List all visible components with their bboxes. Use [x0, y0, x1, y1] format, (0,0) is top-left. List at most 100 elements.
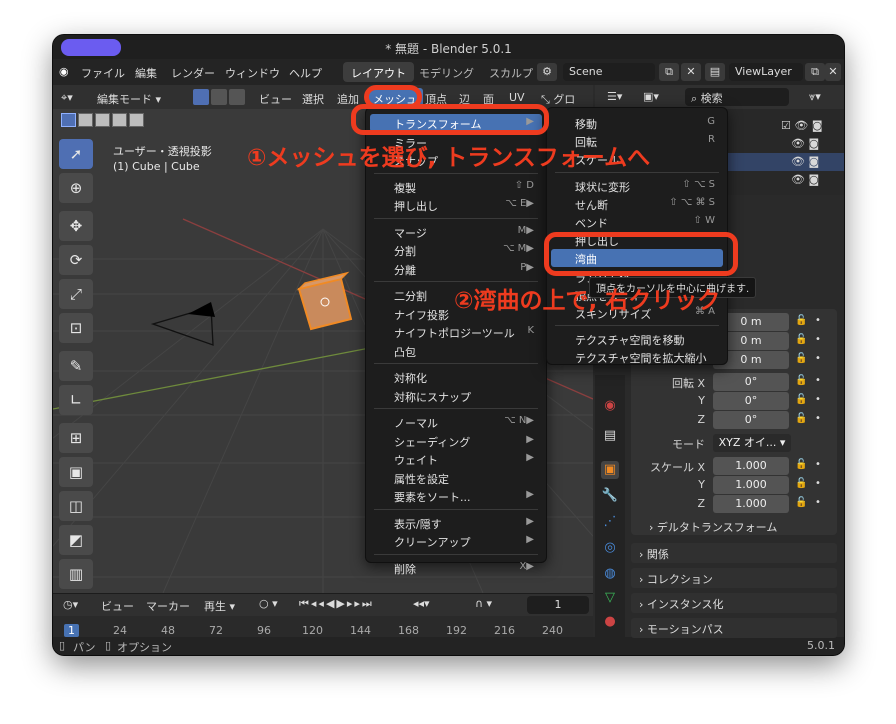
global-dropdown[interactable]: ⤡ グロ [541, 91, 575, 107]
scale-x-field[interactable]: 1.000 [713, 457, 789, 475]
keyframe-dot-icon[interactable]: • [815, 478, 821, 489]
mesh-menu-item[interactable]: 凸包 [370, 342, 542, 360]
scene-close-icon[interactable]: ✕ [681, 63, 701, 81]
rotation-mode-dropdown[interactable]: XYZ オイ... ▾ [713, 434, 791, 452]
section-collections[interactable]: › コレクション [631, 568, 837, 588]
scene-field[interactable]: Scene [563, 63, 655, 81]
material-tab-icon[interactable]: ● [601, 613, 619, 631]
playback-controls-icon[interactable]: ⏮◂◂◀▶▸▸⏭ [299, 597, 374, 611]
mesh-menu-item[interactable]: シェーディング ▶ [370, 432, 542, 450]
keyframe-dot-icon[interactable]: • [815, 353, 821, 364]
vertex-select-icon[interactable] [193, 89, 209, 105]
menu-render[interactable]: レンダー [171, 65, 215, 81]
menu-window[interactable]: ウィンドウ [225, 65, 280, 81]
mesh-menu-item[interactable]: 押し出し ⌥ E▶ [370, 196, 542, 214]
lock-icon[interactable]: 🔓 [795, 478, 807, 489]
visibility-row-4[interactable]: 👁 ◙ [791, 173, 819, 186]
move-tool-icon[interactable]: ✥ [59, 211, 93, 241]
editor-type-icon[interactable]: ◷▾ [63, 598, 78, 611]
lock-icon[interactable]: 🔓 [795, 334, 807, 345]
section-instancing[interactable]: › インスタンス化 [631, 593, 837, 613]
mode-dropdown[interactable]: 編集モード ▾ [97, 91, 161, 107]
auto-keying-icon[interactable]: ∩ ▾ [475, 597, 492, 610]
visibility-row-3[interactable]: 👁 ◙ [791, 155, 819, 168]
lock-icon[interactable]: 🔓 [795, 315, 807, 326]
keyframe-nav-icon[interactable]: ◂◂▾ [413, 597, 430, 610]
lock-icon[interactable]: 🔓 [795, 394, 807, 405]
view-layer-field[interactable]: ViewLayer [729, 63, 803, 81]
transform-menu-item[interactable]: 移動 G [551, 114, 723, 132]
current-frame-field[interactable]: 1 [527, 596, 589, 614]
extrude-tool-icon[interactable]: ▣ [59, 457, 93, 487]
lock-icon[interactable]: 🔓 [795, 375, 807, 386]
keyframe-dot-icon[interactable]: • [815, 459, 821, 470]
outliner-search[interactable]: ⌕ 検索 [685, 88, 789, 106]
filter-icon[interactable]: ⩔▾ [809, 90, 821, 104]
keyframe-dot-icon[interactable]: • [815, 375, 821, 386]
transform-menu-item[interactable]: ベンド ⇧ W [551, 213, 723, 231]
keyframe-dot-icon[interactable]: • [815, 315, 821, 326]
menu-select[interactable]: 選択 [302, 91, 324, 107]
filter-view-icon[interactable]: ▣▾ [643, 90, 659, 103]
mesh-menu-item[interactable]: 対称にスナップ [370, 387, 542, 405]
mesh-menu-item[interactable]: ノーマル ⌥ N▶ [370, 413, 542, 431]
workspace-sculpt[interactable]: スカルプ [481, 62, 541, 82]
menu-edit[interactable]: 編集 [135, 65, 157, 81]
modifier-tab-icon[interactable]: 🔧 [601, 487, 619, 505]
transform-pivot-icon[interactable]: ⌖▾ [61, 91, 73, 105]
rotate-tool-icon[interactable]: ⟳ [59, 245, 93, 275]
visibility-row-1[interactable]: ☑ 👁 ◙ [781, 119, 823, 132]
keyframe-dot-icon[interactable]: • [815, 497, 821, 508]
record-icon[interactable]: ○ ▾ [259, 597, 278, 610]
section-motion-paths[interactable]: › モーションパス [631, 618, 837, 638]
menu-add[interactable]: 追加 [337, 91, 359, 107]
select-intersect-icon[interactable] [129, 113, 144, 127]
scale-z-field[interactable]: 1.000 [713, 495, 789, 513]
scene-copy-icon[interactable]: ⧉ [659, 63, 679, 81]
rotation-y-field[interactable]: 0° [713, 392, 789, 410]
select-box-icon[interactable] [61, 113, 76, 127]
keyframe-dot-icon[interactable]: • [815, 413, 821, 424]
mesh-menu-item[interactable]: ウェイト ▶ [370, 450, 542, 468]
scale-y-field[interactable]: 1.000 [713, 476, 789, 494]
mesh-menu-item[interactable]: 要素をソート... ▶ [370, 487, 542, 505]
transform-tool-icon[interactable]: ⊡ [59, 313, 93, 343]
transform-menu-item[interactable]: 球状に変形 ⇧ ⌥ S [551, 177, 723, 195]
loop-cut-tool-icon[interactable]: ▥ [59, 559, 93, 589]
blender-logo-icon[interactable]: ◉ [59, 65, 69, 78]
timeline-marker-menu[interactable]: マーカー [146, 598, 190, 614]
data-tab-icon[interactable]: ▽ [601, 589, 619, 607]
select-subtract-icon[interactable] [95, 113, 110, 127]
particles-tab-icon[interactable]: ⋰ [601, 513, 619, 531]
transform-menu-item[interactable]: せん断 ⇧ ⌥ ⌘ S [551, 195, 723, 213]
bevel-tool-icon[interactable]: ◩ [59, 525, 93, 555]
world-tab-icon[interactable]: ◉ [601, 397, 619, 415]
measure-tool-icon[interactable]: ∟ [59, 385, 93, 415]
rotation-z-field[interactable]: 0° [713, 411, 789, 429]
physics-tab-icon[interactable]: ◎ [601, 539, 619, 557]
lock-icon[interactable]: 🔓 [795, 497, 807, 508]
delta-transform-section[interactable]: › デルタトランスフォーム [649, 519, 777, 535]
annotate-tool-icon[interactable]: ✎ [59, 351, 93, 381]
mesh-menu-item[interactable]: クリーンアップ ▶ [370, 532, 542, 550]
mesh-menu-item[interactable]: 複製 ⇧ D [370, 178, 542, 196]
mesh-menu-item[interactable]: 分離 P▶ [370, 260, 542, 278]
transform-menu-item[interactable]: テクスチャ空間を移動 [551, 330, 723, 348]
view-layer-close-icon[interactable]: ✕ [825, 63, 841, 81]
workspace-modeling[interactable]: モデリング [411, 62, 482, 82]
menu-uv[interactable]: UV [509, 91, 525, 104]
view-layer-copy-icon[interactable]: ⧉ [805, 63, 825, 81]
select-extend-icon[interactable] [78, 113, 93, 127]
mesh-menu-item[interactable]: マージ M▶ [370, 223, 542, 241]
view-layer-icon[interactable]: ▤ [705, 63, 725, 81]
inset-tool-icon[interactable]: ◫ [59, 491, 93, 521]
menu-file[interactable]: ファイル [81, 65, 125, 81]
mesh-menu-item[interactable]: 分割 ⌥ M▶ [370, 241, 542, 259]
constraints-tab-icon[interactable]: ◍ [601, 565, 619, 583]
lock-icon[interactable]: 🔓 [795, 413, 807, 424]
object-tab-icon[interactable]: ▣ [601, 461, 619, 479]
lock-icon[interactable]: 🔓 [795, 459, 807, 470]
timeline-view-menu[interactable]: ビュー [101, 598, 134, 614]
collection-tab-icon[interactable]: ▤ [601, 427, 619, 445]
mesh-menu-item[interactable]: 削除 X▶ [370, 559, 542, 577]
